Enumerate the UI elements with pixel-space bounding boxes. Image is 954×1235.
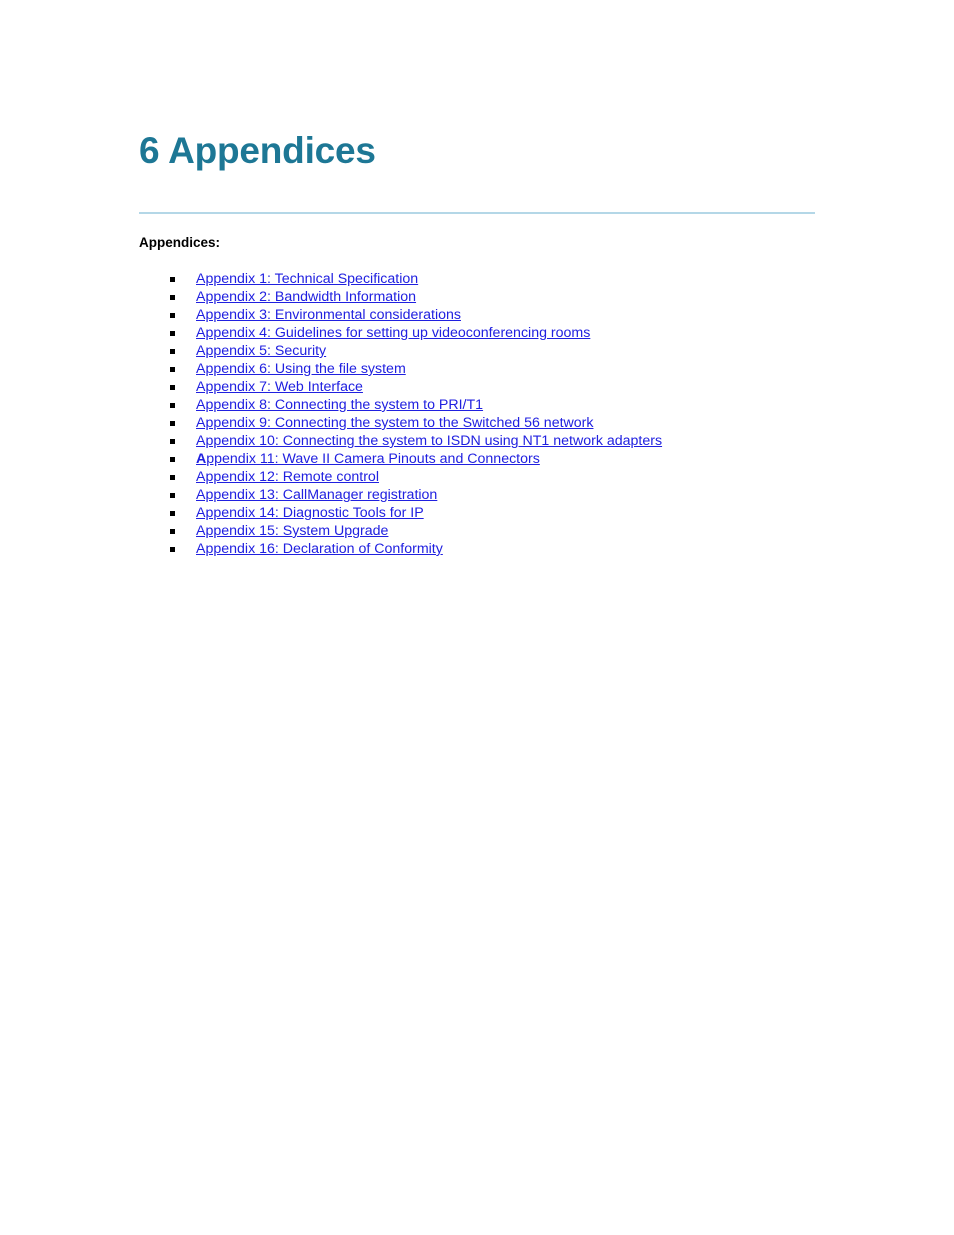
appendix-link-3[interactable]: Appendix 3: Environmental considerations (196, 306, 461, 324)
appendix-link-7[interactable]: Appendix 7: Web Interface (196, 378, 363, 396)
heading-divider (139, 212, 815, 214)
appendix-link-15[interactable]: Appendix 15: System Upgrade (196, 522, 388, 540)
list-item: Appendix 3: Environmental considerations (0, 306, 662, 324)
appendix-link-2[interactable]: Appendix 2: Bandwidth Information (196, 288, 416, 306)
square-bullet-icon (170, 295, 175, 300)
appendix-link-5[interactable]: Appendix 5: Security (196, 342, 326, 360)
square-bullet-icon (170, 421, 175, 426)
link-label: ppendix 11: Wave II Camera Pinouts and C… (206, 451, 540, 467)
appendix-list: Appendix 1: Technical Specification Appen… (0, 270, 662, 558)
list-item: Appendix 1: Technical Specification (0, 270, 662, 288)
link-label: Appendix 13: CallManager registration (196, 487, 438, 503)
square-bullet-icon (170, 547, 175, 552)
square-bullet-icon (170, 439, 175, 444)
link-label: Appendix 10: Connecting the system to IS… (196, 433, 663, 449)
appendix-link-14[interactable]: Appendix 14: Diagnostic Tools for IP (196, 504, 424, 522)
list-item: Appendix 2: Bandwidth Information (0, 288, 662, 306)
appendix-link-10[interactable]: Appendix 10: Connecting the system to IS… (196, 432, 662, 450)
document-page: 6 Appendices Appendices: Appendix 1: Tec… (0, 0, 954, 1235)
square-bullet-icon (170, 493, 175, 498)
link-label: Appendix 8: Connecting the system to PRI… (196, 397, 484, 413)
list-item: Appendix 10: Connecting the system to IS… (0, 432, 662, 450)
square-bullet-icon (170, 277, 175, 282)
link-label: Appendix 15: System Upgrade (196, 523, 389, 539)
square-bullet-icon (170, 511, 175, 516)
square-bullet-icon (170, 529, 175, 534)
list-item: Appendix 13: CallManager registration (0, 486, 662, 504)
list-item: Appendix 9: Connecting the system to the… (0, 414, 662, 432)
appendix-link-1[interactable]: Appendix 1: Technical Specification (196, 270, 418, 288)
link-label: Appendix 6: Using the file system (196, 361, 406, 377)
link-label: Appendix 1: Technical Specification (196, 271, 419, 287)
link-label: Appendix 4: Guidelines for setting up vi… (196, 325, 591, 341)
list-item: Appendix 14: Diagnostic Tools for IP (0, 504, 662, 522)
link-label: Appendix 2: Bandwidth Information (196, 289, 417, 305)
appendix-link-13[interactable]: Appendix 13: CallManager registration (196, 486, 437, 504)
appendix-link-4[interactable]: Appendix 4: Guidelines for setting up vi… (196, 324, 590, 342)
square-bullet-icon (170, 403, 175, 408)
square-bullet-icon (170, 475, 175, 480)
list-item: Appendix 6: Using the file system (0, 360, 662, 378)
square-bullet-icon (170, 367, 175, 372)
appendix-link-12[interactable]: Appendix 12: Remote control (196, 468, 379, 486)
list-item: Appendix 15: System Upgrade (0, 522, 662, 540)
square-bullet-icon (170, 331, 175, 336)
list-item: Appendix 4: Guidelines for setting up vi… (0, 324, 662, 342)
link-bold-prefix: A (196, 451, 207, 467)
square-bullet-icon (170, 349, 175, 354)
appendix-link-6[interactable]: Appendix 6: Using the file system (196, 360, 406, 378)
appendix-link-16[interactable]: Appendix 16: Declaration of Conformity (196, 540, 443, 558)
list-item: Appendix 8: Connecting the system to PRI… (0, 396, 662, 414)
link-label: Appendix 12: Remote control (196, 469, 379, 485)
list-item: Appendix 16: Declaration of Conformity (0, 540, 662, 558)
link-label: Appendix 5: Security (196, 343, 327, 359)
list-item: Appendix 12: Remote control (0, 468, 662, 486)
link-label: Appendix 16: Declaration of Conformity (196, 541, 443, 557)
link-label: Appendix 3: Environmental considerations (196, 307, 461, 323)
list-item: Appendix 11: Wave II Camera Pinouts and … (0, 450, 662, 468)
link-label: Appendix 7: Web Interface (196, 379, 363, 395)
square-bullet-icon (170, 385, 175, 390)
appendix-link-11[interactable]: Appendix 11: Wave II Camera Pinouts and … (196, 450, 540, 468)
page-title: 6 Appendices (139, 130, 376, 171)
link-label: Appendix 9: Connecting the system to the… (196, 415, 594, 431)
section-label: Appendices: (139, 235, 221, 250)
square-bullet-icon (170, 313, 175, 318)
appendix-link-8[interactable]: Appendix 8: Connecting the system to PRI… (196, 396, 483, 414)
list-item: Appendix 5: Security (0, 342, 662, 360)
square-bullet-icon (170, 457, 175, 462)
appendix-link-9[interactable]: Appendix 9: Connecting the system to the… (196, 414, 593, 432)
link-label: Appendix 14: Diagnostic Tools for IP (196, 505, 424, 521)
list-item: Appendix 7: Web Interface (0, 378, 662, 396)
